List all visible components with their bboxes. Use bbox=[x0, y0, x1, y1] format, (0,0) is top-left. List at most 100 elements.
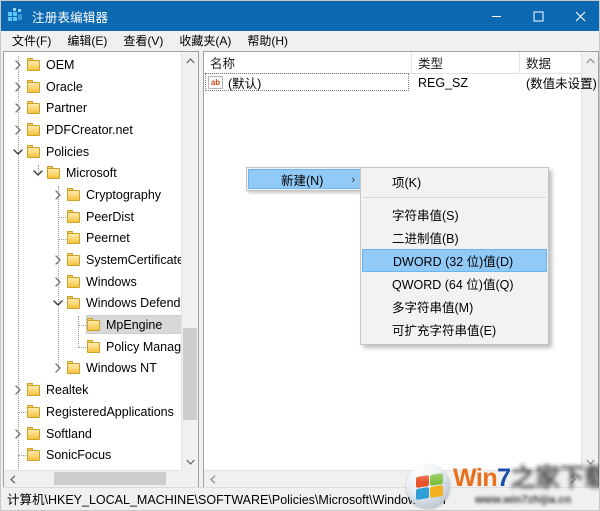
value-name: (默认) bbox=[228, 77, 262, 91]
menu-favorites[interactable]: 收藏夹(A) bbox=[172, 30, 238, 52]
chevron-down-icon[interactable] bbox=[30, 165, 46, 181]
folder-icon bbox=[26, 383, 42, 397]
context-submenu-new[interactable]: 项(K) 字符串值(S) 二进制值(B) DWORD (32 位)值(D) QWORD … bbox=[360, 167, 549, 345]
column-header-type[interactable]: 类型 bbox=[412, 52, 520, 73]
context-menu-item-label: 项(K) bbox=[392, 176, 422, 190]
tree-item-realtek[interactable]: Realtek bbox=[4, 379, 181, 401]
values-vertical-scrollbar[interactable] bbox=[581, 52, 598, 470]
watermark-brand: Win7之家下载站 bbox=[453, 463, 599, 492]
context-menu-item-new-binary-value[interactable]: 二进制值(B) bbox=[362, 226, 547, 249]
chevron-right-icon[interactable] bbox=[10, 122, 26, 138]
title-bar: 注册表编辑器 bbox=[1, 1, 599, 31]
tree-item-label: PeerDist bbox=[86, 209, 134, 224]
tree-item-pdfcreator-net[interactable]: PDFCreator.net bbox=[4, 119, 181, 141]
scroll-corner bbox=[181, 470, 198, 487]
context-menu-item-label: QWORD (64 位)值(Q) bbox=[392, 278, 514, 292]
string-value-icon: ab bbox=[208, 76, 223, 89]
tree-item-label: Oracle bbox=[46, 79, 83, 94]
tree-item-label: RegisteredApplications bbox=[46, 404, 174, 419]
tree-item-label: Windows Defender bbox=[86, 296, 181, 311]
tree-item-windows-defender[interactable]: Windows Defender bbox=[4, 293, 181, 315]
tree-item-oracle[interactable]: Oracle bbox=[4, 76, 181, 98]
tree-item-policy-manager[interactable]: Policy Manager bbox=[4, 336, 181, 358]
chevron-right-icon[interactable] bbox=[50, 187, 66, 203]
tree-item-label: Windows NT bbox=[86, 361, 157, 376]
scroll-left-arrow[interactable] bbox=[4, 471, 21, 487]
status-path: 计算机\HKEY_LOCAL_MACHINE\SOFTWARE\Policies… bbox=[7, 492, 447, 507]
tree-item-sonicfocus[interactable]: SonicFocus bbox=[4, 444, 181, 466]
context-menu-item-new-expandable-string[interactable]: 可扩充字符串值(E) bbox=[362, 318, 547, 341]
folder-icon bbox=[66, 231, 82, 245]
watermark-brand-seven: 7 bbox=[497, 463, 511, 492]
menu-help[interactable]: 帮助(H) bbox=[240, 30, 295, 52]
minimize-button[interactable] bbox=[475, 1, 517, 31]
values-rows: ab (默认) REG_SZ (数值未设置) bbox=[204, 73, 598, 92]
folder-icon bbox=[26, 426, 42, 441]
tree-item-cryptography[interactable]: Cryptography bbox=[4, 184, 181, 206]
tree-horizontal-scrollbar[interactable] bbox=[4, 470, 198, 487]
scroll-up-arrow[interactable] bbox=[182, 52, 198, 69]
context-menu-item-new-qword-value[interactable]: QWORD (64 位)值(Q) bbox=[362, 272, 547, 295]
context-menu-item-new-multi-string[interactable]: 多字符串值(M) bbox=[362, 295, 547, 318]
registry-tree-pane: OEM Oracle Partner PDFCreator.net Policies Mi… bbox=[3, 51, 199, 488]
tree-hscroll-thumb[interactable] bbox=[54, 472, 166, 485]
chevron-down-icon[interactable] bbox=[50, 295, 66, 311]
context-menu-item-label: 可扩充字符串值(E) bbox=[392, 324, 497, 338]
site-watermark: Win7之家下载站 www.win7zhijia.cn bbox=[406, 459, 599, 510]
tree-item-peernet[interactable]: Peernet bbox=[4, 228, 181, 250]
chevron-right-icon[interactable] bbox=[50, 252, 66, 268]
column-header-name[interactable]: 名称 bbox=[204, 52, 412, 73]
registry-editor-window: 注册表编辑器 文件(F) 编辑(E) 查看(V) 收藏夹(A) 帮助(H) OE… bbox=[0, 0, 600, 511]
values-scroll-left-arrow[interactable] bbox=[204, 471, 221, 487]
tree-scroll-thumb[interactable] bbox=[183, 328, 197, 420]
tree-item-mpengine[interactable]: MpEngine bbox=[4, 314, 181, 336]
chevron-down-icon[interactable] bbox=[10, 144, 26, 160]
context-menu-item-new-string-value[interactable]: 字符串值(S) bbox=[362, 203, 547, 226]
tree-item-windows[interactable]: Windows bbox=[4, 271, 181, 293]
chevron-right-icon[interactable] bbox=[10, 426, 26, 442]
tree-item-peerdist[interactable]: PeerDist bbox=[4, 206, 181, 228]
watermark-brand-win: Win bbox=[453, 463, 498, 492]
tree-twisty-placeholder bbox=[10, 469, 26, 470]
chevron-right-icon[interactable] bbox=[50, 360, 66, 376]
context-menu-new-label: 新建(N) bbox=[281, 173, 324, 188]
context-menu-new-parent[interactable]: 新建(N) › bbox=[246, 167, 364, 191]
tree-item-label: Softland bbox=[46, 426, 92, 441]
tree-item-softland[interactable]: Softland bbox=[4, 423, 181, 445]
folder-icon bbox=[86, 318, 102, 332]
tree-item-label: Partner bbox=[46, 101, 87, 116]
tree-item-partner[interactable]: Partner bbox=[4, 97, 181, 119]
tree-item-systemcertificates[interactable]: SystemCertificates bbox=[4, 249, 181, 271]
chevron-right-icon[interactable] bbox=[10, 100, 26, 116]
tree-item-label: Realtek bbox=[46, 383, 89, 398]
tree-vertical-scrollbar[interactable] bbox=[181, 52, 198, 470]
context-menu-new-highlight[interactable]: 新建(N) › bbox=[248, 169, 362, 189]
table-row[interactable]: ab (默认) REG_SZ (数值未设置) bbox=[204, 73, 598, 92]
context-menu-item-label: 多字符串值(M) bbox=[392, 301, 474, 315]
context-menu-item-new-key[interactable]: 项(K) bbox=[362, 170, 547, 193]
chevron-right-icon[interactable] bbox=[10, 382, 26, 398]
menu-file[interactable]: 文件(F) bbox=[5, 30, 58, 52]
context-menu-separator bbox=[363, 197, 546, 198]
close-button[interactable] bbox=[559, 1, 599, 31]
folder-icon bbox=[66, 274, 82, 289]
folder-icon bbox=[26, 448, 42, 462]
chevron-right-icon[interactable] bbox=[10, 57, 26, 73]
tree-twisty-placeholder bbox=[70, 339, 86, 355]
registry-tree[interactable]: OEM Oracle Partner PDFCreator.net Policies Mi… bbox=[4, 54, 181, 470]
tree-item-registeredapplications[interactable]: RegisteredApplications bbox=[4, 401, 181, 423]
tree-item-windows-nt[interactable]: Windows NT bbox=[4, 358, 181, 380]
menu-edit[interactable]: 编辑(E) bbox=[60, 30, 114, 52]
context-menu-item-new-dword-value[interactable]: DWORD (32 位)值(D) bbox=[362, 249, 547, 272]
tree-item-microsoft[interactable]: Microsoft bbox=[4, 162, 181, 184]
tree-item-oem[interactable]: OEM bbox=[4, 54, 181, 76]
chevron-right-icon[interactable] bbox=[10, 79, 26, 95]
menu-view[interactable]: 查看(V) bbox=[116, 30, 170, 52]
folder-icon bbox=[26, 144, 42, 159]
values-scroll-up-arrow[interactable] bbox=[582, 52, 598, 69]
tree-item-policies[interactable]: Policies bbox=[4, 141, 181, 163]
maximize-button[interactable] bbox=[517, 1, 559, 31]
chevron-right-icon[interactable] bbox=[50, 274, 66, 290]
scroll-down-arrow[interactable] bbox=[182, 453, 198, 470]
folder-icon bbox=[66, 187, 82, 202]
